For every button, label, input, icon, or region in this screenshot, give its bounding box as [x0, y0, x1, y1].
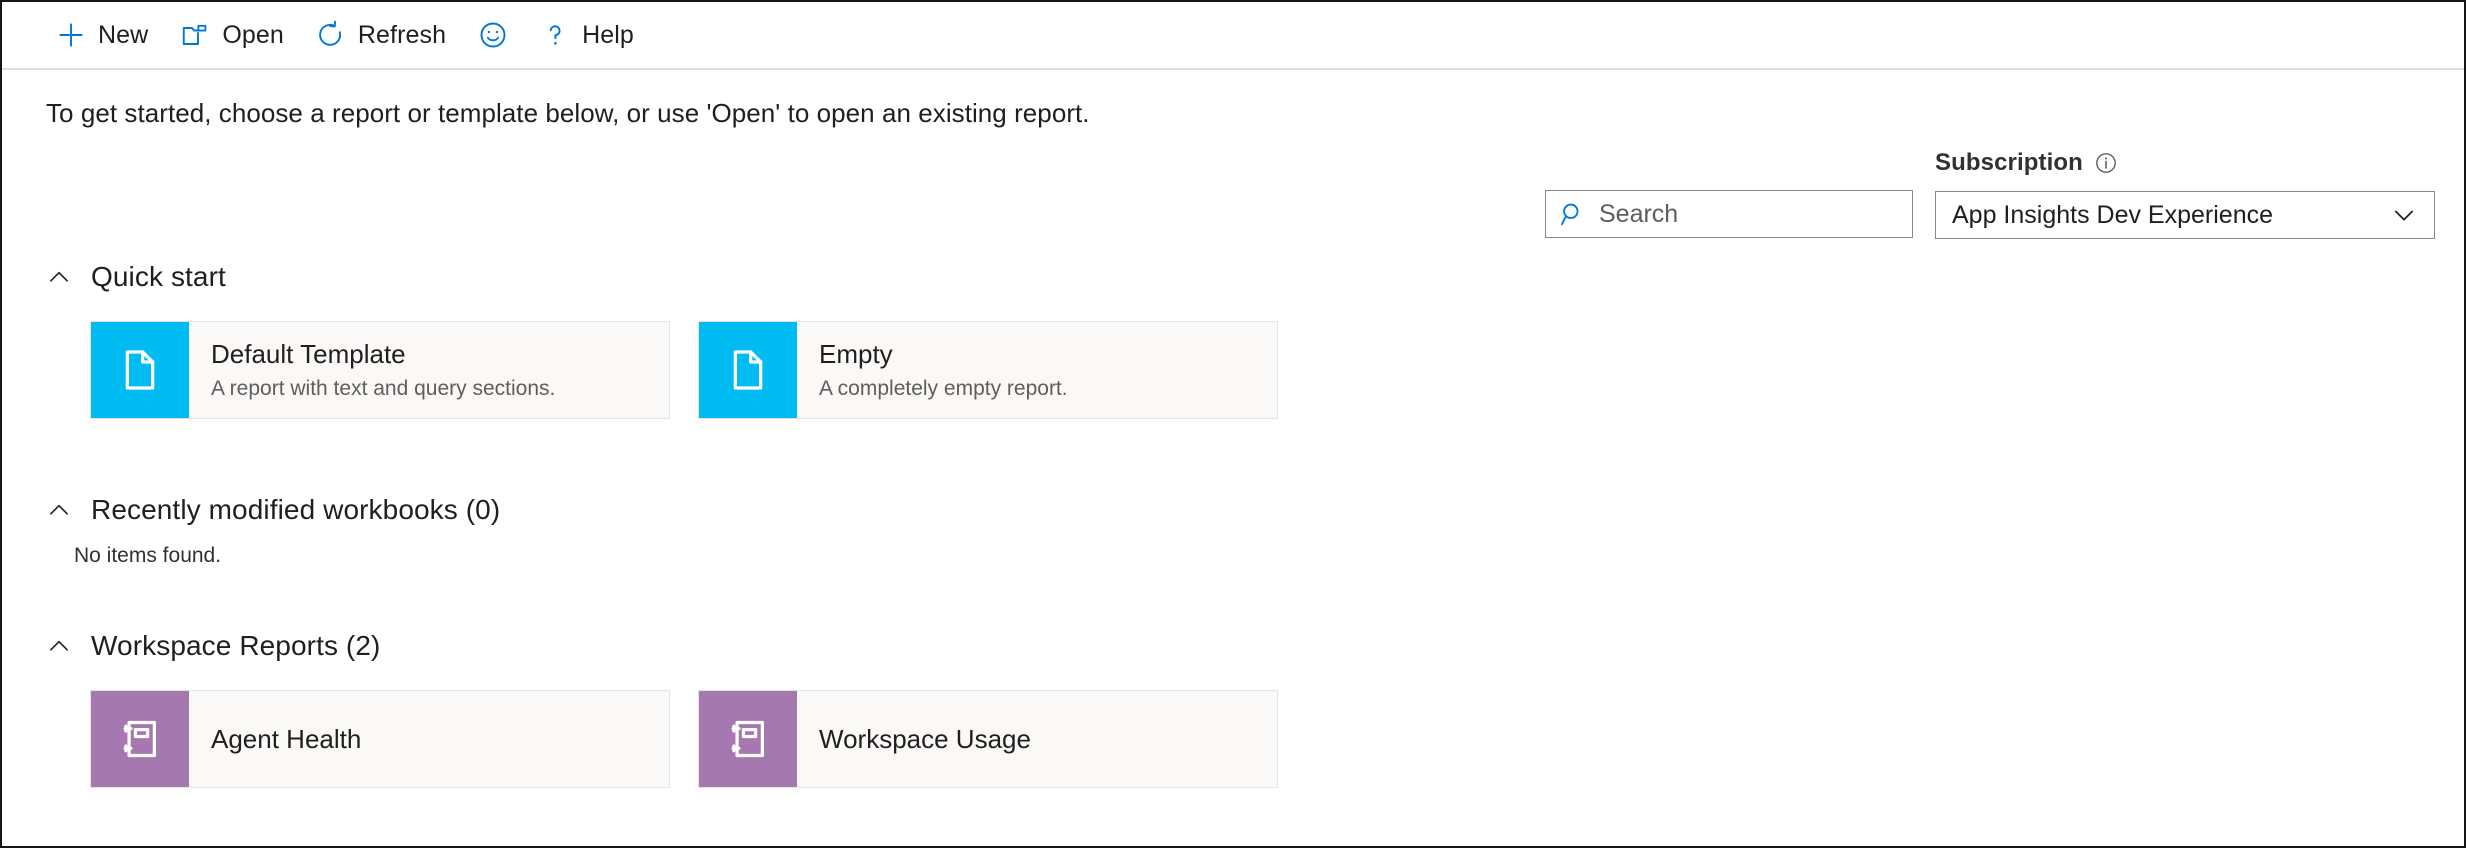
document-icon — [699, 322, 797, 418]
search-icon — [1560, 201, 1586, 227]
card-list: Default Template A report with text and q… — [90, 321, 1278, 419]
section-empty-message: No items found. — [74, 544, 500, 568]
intro-text: To get started, choose a report or templ… — [46, 98, 1090, 129]
search-box[interactable] — [1545, 190, 1913, 238]
toolbar-button-open[interactable]: Open — [164, 9, 300, 61]
card-list: Agent Health Workspace Usage — [90, 690, 1278, 788]
open-folder-icon — [180, 20, 210, 50]
section-title: Workspace Reports (2) — [91, 630, 380, 662]
toolbar-button-label: Refresh — [358, 21, 446, 50]
section-header-recently-modified[interactable]: Recently modified workbooks (0) — [46, 490, 500, 530]
chevron-up-icon — [46, 497, 72, 523]
section-title: Recently modified workbooks (0) — [91, 494, 500, 526]
section-title: Quick start — [91, 261, 226, 293]
report-card-title: Default Template — [211, 339, 669, 370]
report-card[interactable]: Agent Health — [90, 690, 670, 788]
section-workspace-reports: Workspace Reports (2) Agent Health Workspa… — [46, 626, 1278, 788]
toolbar-button-help[interactable]: Help — [524, 9, 650, 61]
info-icon[interactable] — [2093, 150, 2119, 176]
question-icon — [540, 20, 570, 50]
report-card[interactable]: Empty A completely empty report. — [698, 321, 1278, 419]
toolbar-button-label: Open — [222, 21, 284, 50]
report-card-body: Empty A completely empty report. — [797, 322, 1277, 418]
chevron-up-icon — [46, 633, 72, 659]
smiley-icon — [478, 20, 508, 50]
subscription-selected-value: App Insights Dev Experience — [1952, 201, 2273, 230]
toolbar-button-new[interactable]: New — [40, 9, 164, 61]
report-card-description: A report with text and query sections. — [211, 377, 669, 401]
report-card-description: A completely empty report. — [819, 377, 1277, 401]
report-card-title: Agent Health — [211, 724, 669, 755]
workbook-icon — [699, 691, 797, 787]
plus-icon — [56, 20, 86, 50]
report-card-body: Agent Health — [189, 691, 669, 787]
subscription-picker: Subscription App Insights Dev Experience — [1935, 147, 2435, 239]
report-card-body: Default Template A report with text and q… — [189, 322, 669, 418]
toolbar-button-label: New — [98, 21, 148, 50]
toolbar-button-label: Help — [582, 21, 634, 50]
document-icon — [91, 322, 189, 418]
chevron-down-icon — [2390, 201, 2418, 229]
report-card-title: Empty — [819, 339, 1277, 370]
report-card[interactable]: Workspace Usage — [698, 690, 1278, 788]
subscription-label: Subscription — [1935, 149, 2083, 177]
section-recently-modified: Recently modified workbooks (0) No items … — [46, 490, 500, 568]
command-bar: New Open Refresh Help — [2, 2, 2464, 70]
report-card-body: Workspace Usage — [797, 691, 1277, 787]
chevron-up-icon — [46, 264, 72, 290]
toolbar-button-refresh[interactable]: Refresh — [300, 9, 462, 61]
section-header-workspace-reports[interactable]: Workspace Reports (2) — [46, 626, 1278, 666]
subscription-label-row: Subscription — [1935, 147, 2435, 179]
section-quick-start: Quick start Default Template A report with… — [46, 257, 1278, 419]
report-card-title: Workspace Usage — [819, 724, 1277, 755]
workbooks-gallery-page: New Open Refresh Help To get started, choos… — [0, 0, 2466, 848]
refresh-icon — [316, 20, 346, 50]
toolbar-button-feedback[interactable] — [462, 9, 524, 61]
report-card[interactable]: Default Template A report with text and q… — [90, 321, 670, 419]
section-header-quick-start[interactable]: Quick start — [46, 257, 1278, 297]
subscription-dropdown[interactable]: App Insights Dev Experience — [1935, 191, 2435, 239]
workbook-icon — [91, 691, 189, 787]
search-input[interactable] — [1586, 191, 1923, 237]
